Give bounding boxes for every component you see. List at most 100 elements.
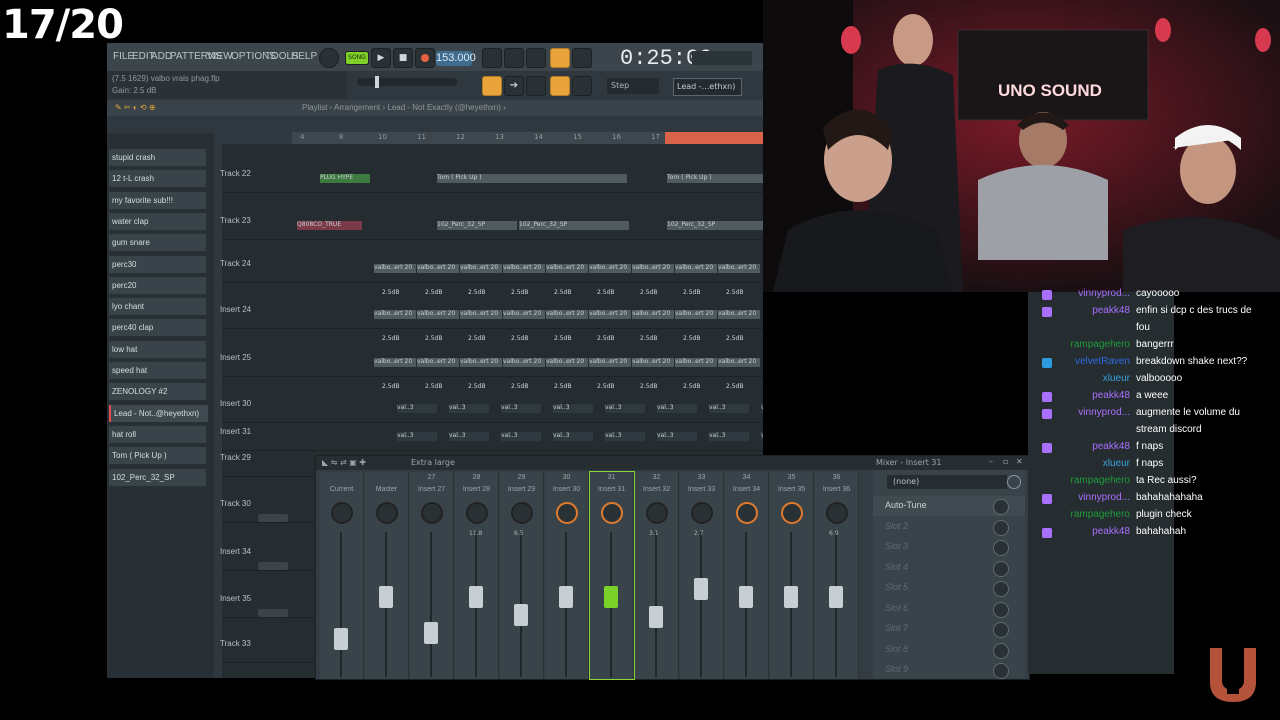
blend-notes-button[interactable] (550, 48, 570, 68)
track-label[interactable]: Insert 30 (220, 399, 251, 408)
browser-item[interactable]: gum snare (109, 234, 206, 252)
browser-item[interactable]: my favorite sub!!! (109, 191, 206, 209)
track-label[interactable]: Track 24 (220, 259, 251, 268)
maximize-icon[interactable]: ▫ (1003, 457, 1008, 466)
volume-fader[interactable] (649, 606, 663, 629)
playlist-clip[interactable]: val..3 (709, 404, 749, 413)
effect-slot[interactable]: Slot 8 (873, 640, 1025, 660)
playlist-clip[interactable]: val..3 (397, 404, 437, 413)
slot-mix-knob[interactable] (993, 622, 1009, 638)
browser-item[interactable]: 12 t-L crash (109, 170, 206, 188)
playlist-clip[interactable]: valbo..ert 20 (546, 358, 588, 367)
playlist-clip[interactable]: val..3 (605, 432, 645, 441)
mixer-channel[interactable]: 33 Insert 33 (680, 472, 724, 679)
playlist-clip[interactable]: valbo..ert 20 (503, 264, 545, 273)
playlist-clip[interactable]: val..3 (605, 404, 645, 413)
effect-slot[interactable]: Slot 9 (873, 660, 1025, 680)
playlist-clip[interactable]: val..3 (449, 404, 489, 413)
snap-selector[interactable]: Step (607, 78, 659, 94)
browser-item[interactable]: hat roll (109, 425, 206, 443)
pan-knob[interactable] (511, 502, 533, 524)
mixer-toggle-button[interactable] (572, 76, 592, 96)
effect-slot[interactable]: Auto-Tune (873, 496, 1025, 516)
chat-username[interactable]: vinnyprod... (1040, 288, 1130, 299)
playlist-clip[interactable]: val..3 (449, 432, 489, 441)
playlist-clip[interactable]: valbo..ert 20 (503, 310, 545, 319)
playlist-clip[interactable]: valbo..ert 20 (589, 264, 631, 273)
volume-fader[interactable] (739, 586, 753, 608)
track-label[interactable]: Insert 34 (220, 547, 251, 556)
draw-tool-button[interactable] (526, 76, 546, 96)
slot-mix-knob[interactable] (993, 642, 1009, 659)
effect-slot[interactable]: Slot 2 (873, 517, 1025, 537)
chat-username[interactable]: peakk48 (1040, 441, 1130, 452)
mixer-channel[interactable]: 32 Insert 32 (635, 472, 679, 679)
pan-knob[interactable] (421, 502, 443, 524)
track-label[interactable]: Insert 24 (220, 305, 251, 314)
mixer-channel[interactable]: 35 Insert 35 (770, 472, 814, 679)
menu-view[interactable]: VIEW (207, 51, 233, 62)
mixer-channel[interactable]: 36 Insert 36 (815, 472, 859, 679)
playlist-clip[interactable]: valbo..ert 20 (589, 310, 631, 319)
track-label[interactable]: Insert 35 (220, 594, 251, 603)
loop-record-button[interactable] (572, 48, 592, 68)
playlist-clip[interactable]: valbo..ert 20 (632, 358, 674, 367)
mixer-channel[interactable]: 28 Insert 28 (455, 472, 499, 679)
playlist-button[interactable] (482, 76, 502, 96)
stop-button[interactable]: ■ (393, 48, 413, 68)
pattern-selector[interactable]: Lead -...ethxn) (673, 78, 742, 96)
menu-help[interactable]: HELP (291, 51, 317, 62)
volume-fader[interactable] (514, 604, 528, 626)
chat-username[interactable]: rampagehero (1040, 509, 1130, 520)
playlist-clip[interactable]: valbo..ert 20 (460, 310, 502, 319)
slot-mix-knob[interactable] (993, 663, 1009, 679)
volume-fader[interactable] (424, 622, 438, 644)
volume-fader[interactable] (694, 577, 708, 600)
track-label[interactable]: Track 22 (220, 169, 251, 178)
volume-fader[interactable] (559, 586, 573, 608)
playlist-clip[interactable]: valbo..ert 20 (675, 358, 717, 367)
playlist-clip[interactable]: val..3 (397, 432, 437, 441)
minimize-icon[interactable]: – (989, 457, 993, 466)
browser-item[interactable]: Tom ( Pick Up ) (109, 447, 206, 465)
playlist-clip[interactable]: valbo..ert 20 (718, 264, 760, 273)
browser-item[interactable]: lyo chant (109, 298, 206, 316)
chat-username[interactable]: peakk48 (1040, 390, 1130, 401)
browser-item[interactable]: perc30 (109, 255, 206, 273)
pan-knob[interactable] (826, 502, 848, 524)
pitch-slider[interactable] (357, 76, 457, 88)
chat-username[interactable]: xlueur (1040, 458, 1130, 469)
track-mute-controls[interactable] (258, 609, 288, 617)
slot-mix-knob[interactable] (993, 601, 1009, 618)
effect-slot[interactable]: Slot 7 (873, 619, 1025, 639)
playlist-clip[interactable]: Q808CO_TRUE (297, 221, 362, 230)
menu-file[interactable]: FILE (113, 51, 134, 62)
browser-item[interactable]: stupid crash (109, 149, 206, 166)
playlist-clip[interactable]: 102_Perc_32_SP (667, 221, 763, 230)
chat-username[interactable]: vinnyprod... (1040, 407, 1130, 418)
pan-knob[interactable] (601, 502, 623, 524)
pitch-slider-handle[interactable] (375, 76, 379, 88)
preset-selector[interactable]: (none) (887, 475, 1007, 489)
effect-slot[interactable]: Slot 4 (873, 558, 1025, 578)
track-label[interactable]: Insert 31 (220, 427, 251, 436)
playlist-clip[interactable]: valbo..ert 20 (632, 310, 674, 319)
mixer-channel[interactable]: 34 Insert 34 (725, 472, 769, 679)
chat-username[interactable]: rampagehero (1040, 475, 1130, 486)
slot-mix-knob[interactable] (993, 540, 1009, 556)
play-button[interactable]: ▶ (371, 48, 391, 68)
close-icon[interactable]: ✕ (1016, 457, 1023, 466)
playlist-clip[interactable]: val..3 (501, 404, 541, 413)
track-mute-controls[interactable] (258, 562, 288, 570)
track-mute-controls[interactable] (258, 514, 288, 522)
mixer-toolbar-icons[interactable]: ◣ ⇋ ⇄ ▣ ✚ (322, 458, 366, 467)
countdown-button[interactable] (526, 48, 546, 68)
volume-fader[interactable] (784, 586, 798, 608)
slot-mix-knob[interactable] (993, 560, 1009, 577)
playlist-clip[interactable]: 102_Perc_32_SP (437, 221, 517, 230)
playlist-clip[interactable]: val..3 (657, 404, 697, 413)
mixer-channel[interactable]: Current (320, 472, 364, 679)
chat-username[interactable]: xlueur (1040, 373, 1130, 384)
volume-fader[interactable] (334, 628, 348, 650)
playlist-clip[interactable]: val..3 (553, 404, 593, 413)
